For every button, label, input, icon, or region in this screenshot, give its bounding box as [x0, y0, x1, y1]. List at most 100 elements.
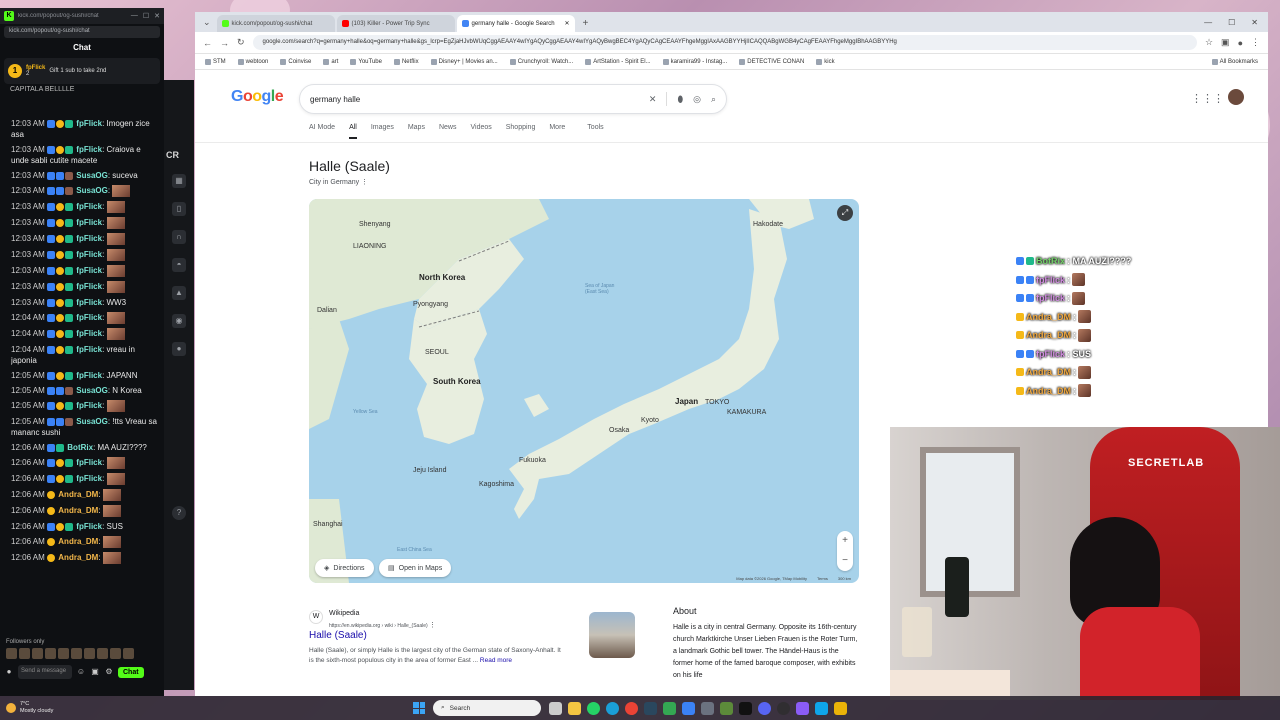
clear-icon[interactable]: ✕: [649, 94, 657, 105]
tab-close-icon[interactable]: ✕: [565, 20, 570, 27]
bookmark-item[interactable]: ArtStation - Spirit El...: [585, 58, 651, 65]
browser-tab-3[interactable]: germany halle - Google Search ✕: [456, 15, 575, 32]
menu-icon[interactable]: ⋮: [1251, 37, 1260, 48]
address-bar[interactable]: google.com/search?q=germany+halle&oq=ger…: [252, 35, 1197, 50]
mask-icon[interactable]: ◓: [172, 258, 186, 272]
emote-1[interactable]: [6, 648, 17, 659]
bookmark-item[interactable]: art: [323, 58, 338, 65]
map-panel[interactable]: North Korea South Korea Japan Shenyang L…: [309, 199, 859, 583]
forward-icon[interactable]: →: [220, 38, 229, 48]
message-username[interactable]: Andra_DM: [58, 553, 98, 562]
emote-3[interactable]: [32, 648, 43, 659]
window-close-icon[interactable]: ✕: [1251, 18, 1258, 27]
message-username[interactable]: fpFlick: [76, 313, 102, 322]
search-tab[interactable]: Shopping: [506, 124, 536, 139]
extensions-icon[interactable]: ▣: [1221, 37, 1230, 48]
app-icon-5[interactable]: [796, 701, 809, 715]
start-icon[interactable]: [413, 702, 425, 714]
search-tab[interactable]: AI Mode: [309, 124, 335, 139]
message-username[interactable]: SusaOG: [76, 417, 108, 426]
new-tab-button[interactable]: +: [577, 18, 595, 32]
edge-icon[interactable]: [606, 701, 619, 715]
emote-8[interactable]: [97, 648, 108, 659]
message-username[interactable]: fpFlick: [76, 250, 102, 259]
reload-icon[interactable]: ↻: [237, 37, 245, 48]
google-apps-icon[interactable]: ⋮⋮⋮: [1191, 92, 1224, 105]
bookmark-item[interactable]: Coinvise: [280, 58, 311, 65]
directions-button[interactable]: ◈ Directions: [315, 559, 374, 577]
explorer-icon[interactable]: [568, 701, 581, 715]
search-tab[interactable]: Tools: [587, 124, 603, 139]
browser-tab-2[interactable]: (103) Killer - Power Trip Sync: [336, 15, 455, 32]
bookmark-item[interactable]: Crunchyroll: Watch...: [509, 58, 573, 65]
discord-icon[interactable]: [758, 701, 771, 715]
grid-icon[interactable]: ▦: [172, 174, 186, 188]
app-icon-3[interactable]: [701, 701, 714, 715]
profile-icon[interactable]: ●: [1238, 38, 1243, 48]
message-username[interactable]: fpFlick: [76, 522, 102, 531]
gift-icon[interactable]: ▣: [90, 667, 100, 677]
chrome-icon[interactable]: [625, 701, 638, 715]
flame-icon[interactable]: ▲: [172, 286, 186, 300]
app-icon-4[interactable]: [739, 701, 752, 715]
chat-send-button[interactable]: Chat: [118, 666, 144, 678]
bookmark-item[interactable]: STM: [205, 58, 226, 65]
lens-icon[interactable]: ◎: [693, 94, 701, 105]
bookmark-item[interactable]: Disney+ | Movies an...: [430, 58, 498, 65]
tab-search-icon[interactable]: ⌄: [199, 17, 215, 32]
read-more-link[interactable]: Read more: [480, 657, 512, 664]
message-username[interactable]: SusaOG: [76, 186, 108, 195]
help-icon[interactable]: ?: [172, 506, 186, 520]
window-maximize-icon[interactable]: ☐: [1228, 18, 1235, 27]
search-icon[interactable]: ⌕: [711, 94, 716, 105]
search-tab[interactable]: More: [549, 124, 565, 139]
mic-icon[interactable]: ●: [4, 667, 14, 677]
message-username[interactable]: fpFlick: [76, 401, 102, 410]
message-username[interactable]: SusaOG: [76, 386, 108, 395]
bookmark-item[interactable]: YouTube: [350, 58, 382, 65]
window-minimize-icon[interactable]: —: [1204, 18, 1212, 27]
close-icon[interactable]: ✕: [154, 12, 160, 20]
taskbar-search[interactable]: ⌕ Search: [433, 700, 541, 716]
gift-leaderboard-banner[interactable]: 1 fpFlick 2 Gift 1 sub to take 2nd: [4, 58, 160, 84]
chat-input[interactable]: Send a message: [18, 665, 72, 679]
terms-link[interactable]: Terms: [817, 576, 828, 581]
message-username[interactable]: fpFlick: [76, 234, 102, 243]
emote-2[interactable]: [19, 648, 30, 659]
whatsapp-icon[interactable]: [587, 701, 600, 715]
zoom-in-button[interactable]: +: [837, 531, 853, 551]
more-options-icon[interactable]: ⋮: [361, 179, 368, 186]
emote-10[interactable]: [123, 648, 134, 659]
minimize-icon[interactable]: —: [131, 12, 138, 20]
emote-4[interactable]: [45, 648, 56, 659]
back-icon[interactable]: ←: [203, 38, 212, 48]
message-username[interactable]: fpFlick: [76, 119, 102, 128]
open-in-maps-button[interactable]: ▤ Open in Maps: [379, 559, 452, 577]
headset-icon[interactable]: ∩: [172, 230, 186, 244]
settings-icon[interactable]: ⚙: [104, 667, 114, 677]
message-username[interactable]: fpFlick: [76, 145, 102, 154]
search-box[interactable]: germany halle ✕ ⬮ ◎ ⌕: [299, 84, 727, 114]
controller-icon[interactable]: ◉: [172, 314, 186, 328]
obs-icon[interactable]: [777, 701, 790, 715]
search-tab[interactable]: Videos: [470, 124, 491, 139]
message-username[interactable]: fpFlick: [76, 345, 102, 354]
bookmark-icon[interactable]: ▯: [172, 202, 186, 216]
bookmark-item[interactable]: webtoon: [237, 58, 268, 65]
message-username[interactable]: fpFlick: [76, 458, 102, 467]
emote-5[interactable]: [58, 648, 69, 659]
minecraft-icon[interactable]: [720, 701, 733, 715]
message-username[interactable]: fpFlick: [76, 329, 102, 338]
message-username[interactable]: Andra_DM: [58, 537, 98, 546]
emote-7[interactable]: [84, 648, 95, 659]
search-tab[interactable]: Maps: [408, 124, 425, 139]
gift-cta[interactable]: Gift 1 sub to take 2nd: [49, 68, 106, 74]
search-tab[interactable]: Images: [371, 124, 394, 139]
wiki-result-link[interactable]: Halle (Saale): [309, 630, 367, 641]
emote-9[interactable]: [110, 648, 121, 659]
weather-widget[interactable]: 7°C Mostly cloudy: [0, 701, 400, 715]
bookmark-item[interactable]: kick: [816, 58, 835, 65]
message-username[interactable]: BotRix: [67, 443, 93, 452]
bookmark-item[interactable]: karamira99 - Instag...: [662, 58, 727, 65]
app-icon-7[interactable]: [834, 701, 847, 715]
